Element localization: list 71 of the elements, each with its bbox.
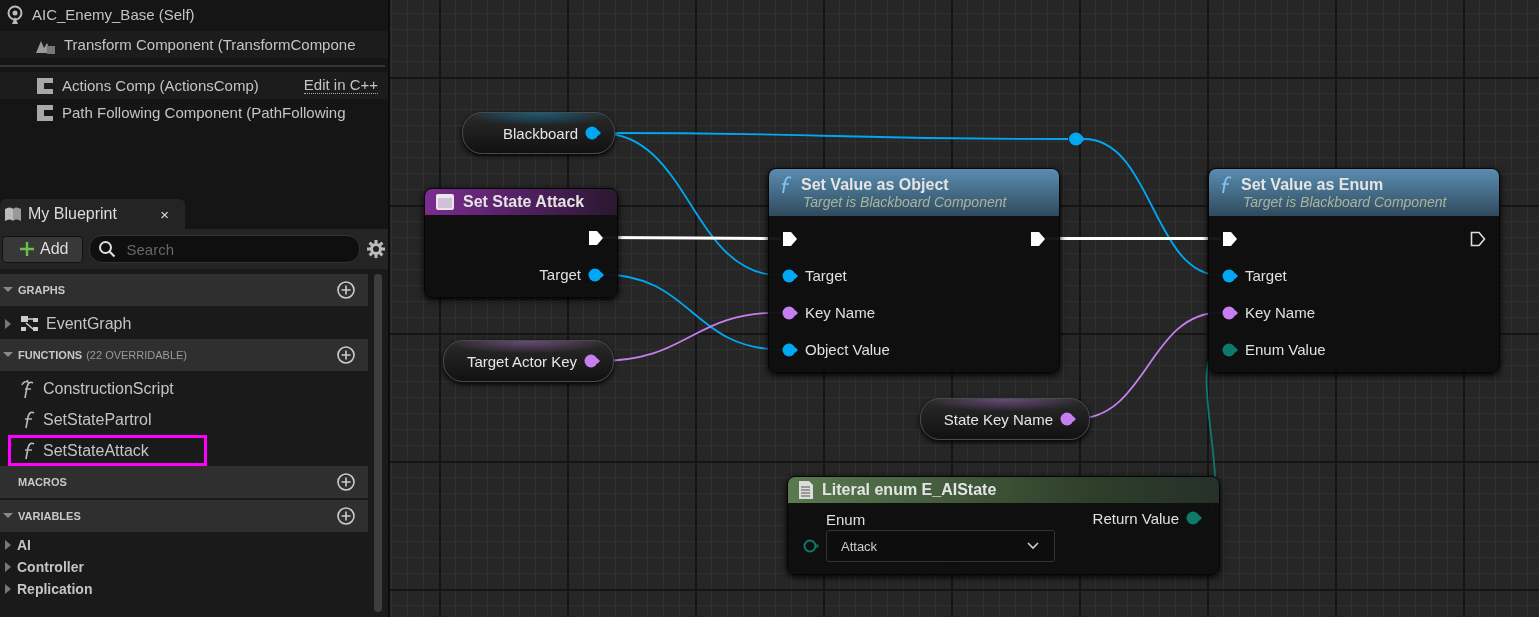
chevron-down-icon bbox=[1026, 541, 1040, 551]
actor-icon bbox=[6, 4, 24, 25]
pin-label: Return Value bbox=[1092, 509, 1179, 527]
node-title: Set Value as Object bbox=[801, 175, 949, 194]
panel-tab[interactable]: My Blueprint × bbox=[0, 199, 185, 229]
node-subtitle: Target is Blackboard Component bbox=[802, 193, 1008, 210]
scrollbar[interactable] bbox=[374, 274, 382, 612]
variable-node[interactable]: Target Actor Key bbox=[443, 340, 614, 382]
pin-label: Enum Value bbox=[1245, 341, 1326, 358]
list-item[interactable]: Replication bbox=[0, 578, 368, 600]
pin-label: Target bbox=[539, 266, 581, 283]
section-header[interactable]: GRAPHS bbox=[0, 274, 368, 306]
pin-label: Object Value bbox=[805, 341, 890, 358]
list-item[interactable]: Controller bbox=[0, 556, 368, 578]
component-label[interactable]: Path Following Component (PathFollowing bbox=[62, 104, 346, 121]
add-icon[interactable] bbox=[336, 472, 356, 492]
node-title: Set Value as Enum bbox=[1241, 175, 1384, 194]
pin-label: Key Name bbox=[805, 304, 876, 321]
search-box[interactable]: Search bbox=[89, 235, 360, 263]
search-field[interactable]: Search bbox=[124, 239, 329, 259]
section-title: VARIABLES bbox=[18, 510, 81, 522]
edit-link[interactable]: Edit in C++ bbox=[303, 77, 378, 94]
enum-dropdown[interactable]: Attack bbox=[826, 530, 1055, 562]
tab-label: My Blueprint bbox=[28, 205, 117, 223]
variable-name: Target Actor Key bbox=[466, 352, 577, 370]
variable-name: State Key Name bbox=[943, 410, 1053, 428]
section-note: (22 OVERRIDABLE) bbox=[86, 349, 188, 361]
node-title: Literal enum E_AIState bbox=[822, 481, 997, 499]
list-item[interactable]: EventGraph bbox=[0, 308, 368, 339]
function-node[interactable]: Set Value as Object Target is Blackboard Component Target Key Name Object Value bbox=[768, 168, 1060, 373]
variable-node[interactable]: Blackboard bbox=[462, 112, 615, 154]
add-icon[interactable] bbox=[336, 280, 356, 300]
class-icon bbox=[36, 102, 54, 123]
section-header[interactable]: VARIABLES bbox=[0, 500, 368, 532]
settings-icon[interactable] bbox=[366, 239, 386, 259]
component-label[interactable]: AIC_Enemy_Base (Self) bbox=[32, 6, 195, 23]
class-icon bbox=[36, 75, 54, 96]
node-subtitle: Target is Blackboard Component bbox=[1242, 193, 1448, 210]
component-label[interactable]: Actions Comp (ActionsComp) bbox=[62, 77, 259, 94]
list-item[interactable]: SetStateAttack bbox=[8, 435, 207, 466]
plus-icon bbox=[19, 241, 35, 257]
close-button[interactable]: × bbox=[160, 205, 169, 223]
section-title: GRAPHS bbox=[18, 284, 66, 296]
function-entry-node[interactable]: Set State Attack Target bbox=[424, 188, 618, 298]
list-item[interactable]: ConstructionScript bbox=[0, 373, 368, 404]
add-button[interactable]: Add bbox=[2, 235, 84, 263]
search-icon bbox=[98, 240, 117, 258]
function-node[interactable]: Set Value as Enum Target is Blackboard Component Target Key Name Enum Value bbox=[1208, 168, 1500, 373]
add-icon[interactable] bbox=[336, 345, 356, 365]
pin-label: Key Name bbox=[1245, 304, 1316, 321]
reroute-knot[interactable] bbox=[1069, 132, 1085, 146]
section-title: FUNCTIONS bbox=[18, 349, 83, 361]
section-header[interactable]: MACROS bbox=[0, 466, 368, 498]
variable-node[interactable]: State Key Name bbox=[920, 398, 1090, 440]
function-icon bbox=[1219, 175, 1233, 194]
list-item[interactable]: SetStatePartrol bbox=[0, 404, 368, 435]
list-item[interactable]: AI bbox=[0, 534, 368, 556]
graph-icon bbox=[19, 314, 41, 333]
book-icon bbox=[4, 206, 22, 222]
document-icon bbox=[798, 480, 814, 500]
pin-label: Target bbox=[805, 267, 847, 284]
window-icon bbox=[435, 193, 455, 211]
pin-label: Enum bbox=[826, 511, 867, 528]
literal-node[interactable]: Literal enum E_AIState Enum Attack Return Value bbox=[787, 476, 1220, 575]
section-title: MACROS bbox=[18, 476, 67, 488]
node-title: Set State Attack bbox=[463, 193, 585, 211]
pin-label: Target bbox=[1245, 267, 1287, 284]
function-icon bbox=[779, 175, 793, 194]
section-header[interactable]: FUNCTIONS (22 OVERRIDABLE) bbox=[0, 339, 368, 371]
variable-name: Blackboard bbox=[502, 124, 578, 142]
add-icon[interactable] bbox=[336, 506, 356, 526]
